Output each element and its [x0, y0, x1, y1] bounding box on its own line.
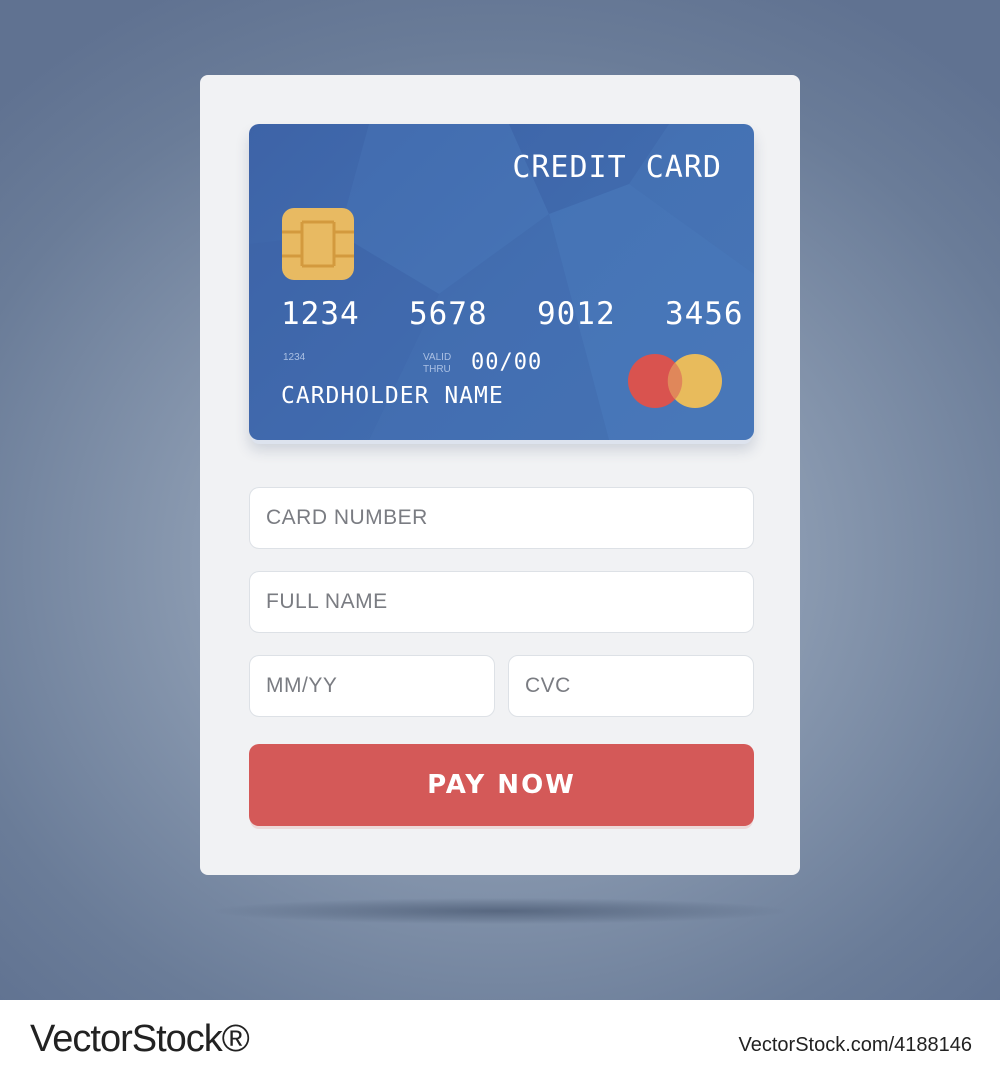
- card-number: 1234 5678 9012 3456: [281, 296, 744, 332]
- watermark-footer: VectorStock® VectorStock.com/4188146: [0, 1000, 1000, 1080]
- valid-thru-label: VALID THRU: [423, 352, 452, 375]
- card-expiry: 00/00: [471, 350, 543, 375]
- card-number-short: 1234: [283, 352, 306, 363]
- chip-icon: [282, 208, 354, 280]
- cvc-input[interactable]: [508, 655, 754, 717]
- full-name-input[interactable]: [249, 571, 754, 633]
- expiry-input[interactable]: [249, 655, 495, 717]
- footer-brand: VectorStock®: [30, 1018, 250, 1060]
- card-brand-logo-icon: [628, 354, 722, 408]
- credit-card-preview: CREDIT CARD 1234 5678 9012 3456 1234 VAL…: [249, 124, 754, 440]
- card-number-input[interactable]: [249, 487, 754, 549]
- panel-drop-shadow: [215, 898, 785, 924]
- pay-now-button[interactable]: PAY NOW: [249, 744, 754, 826]
- payment-panel: CREDIT CARD 1234 5678 9012 3456 1234 VAL…: [200, 75, 800, 875]
- card-title: CREDIT CARD: [512, 150, 722, 185]
- footer-image-id: VectorStock.com/4188146: [738, 1034, 972, 1056]
- cardholder-name: CARDHOLDER NAME: [281, 383, 504, 409]
